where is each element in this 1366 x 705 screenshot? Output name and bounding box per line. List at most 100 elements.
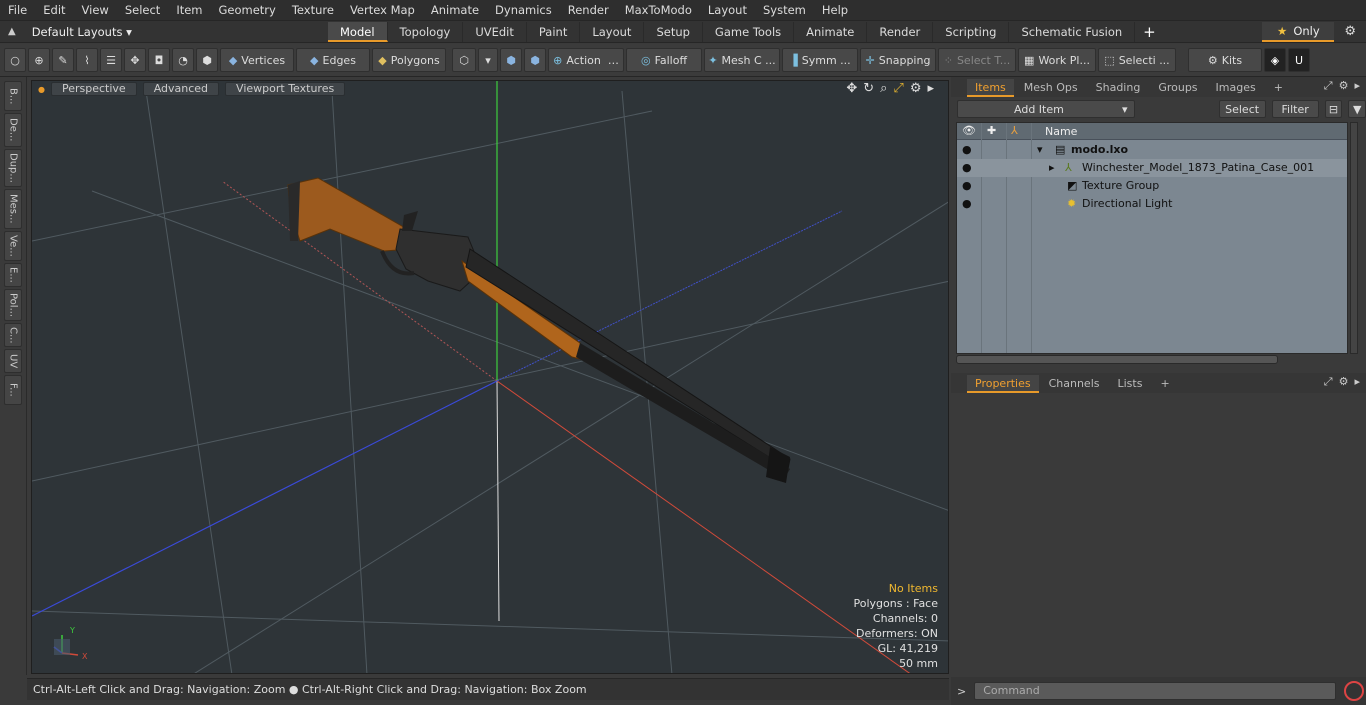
menu-render[interactable]: Render [560, 0, 617, 21]
record-macro-icon[interactable] [1344, 681, 1365, 701]
viewport-textures-button[interactable]: Viewport Textures [225, 82, 346, 96]
zoom-icon[interactable]: ⌕ [880, 81, 887, 96]
properties-add-tab-button[interactable]: + [1152, 375, 1177, 393]
left-tab-curve[interactable]: C... [4, 323, 22, 347]
tab-lists[interactable]: Lists [1110, 375, 1151, 393]
tab-game-tools[interactable]: Game Tools [703, 21, 795, 42]
add-item-button[interactable]: Add Item ▾ [957, 100, 1135, 118]
symmetry-a-icon[interactable]: ⬢ [500, 48, 522, 72]
panel-gear-icon[interactable]: ⚙ [1339, 375, 1349, 389]
items-list[interactable]: 👁 ✚ ⅄ Name ● ▾ ▤ modo.lxo ● ▸ ⅄ Winchest… [956, 122, 1348, 354]
pan-icon[interactable]: ✥ [846, 81, 857, 96]
list-item[interactable]: ● ▸ ⅄ Winchester_Model_1873_Patina_Case_… [957, 159, 1347, 177]
tab-paint[interactable]: Paint [527, 21, 581, 42]
visibility-eye-icon[interactable]: ● [962, 141, 972, 159]
frame-icon[interactable]: ◘ [148, 48, 170, 72]
polygons-button[interactable]: ◆ Polygons [372, 48, 446, 72]
panel-menu-icon[interactable]: ▸ [1354, 375, 1360, 389]
only-button[interactable]: ★ Only [1262, 21, 1335, 42]
left-tab-mesh-edit[interactable]: Mes... [4, 189, 22, 229]
command-input[interactable]: Command [974, 682, 1337, 700]
list-item[interactable]: ● ▾ ▤ modo.lxo [957, 141, 1347, 159]
edges-button[interactable]: ◆ Edges [296, 48, 370, 72]
tab-render[interactable]: Render [867, 21, 934, 42]
select-button[interactable]: Select [1218, 100, 1266, 118]
pen-icon[interactable]: ✎ [52, 48, 74, 72]
menu-help[interactable]: Help [814, 0, 856, 21]
menu-file[interactable]: File [0, 0, 35, 21]
menu-view[interactable]: View [74, 0, 117, 21]
workplane-button[interactable]: ▦ Work Pl... [1018, 48, 1096, 72]
left-tab-duplicate[interactable]: Dup... [4, 149, 22, 187]
add-tab-button[interactable]: + [1135, 23, 1164, 41]
select-through-button[interactable]: ⁘ Select T... [938, 48, 1016, 72]
panel-menu-icon[interactable]: ▸ [1354, 79, 1360, 93]
left-tab-basic[interactable]: B... [4, 81, 22, 111]
tab-schematic-fusion[interactable]: Schematic Fusion [1009, 21, 1136, 42]
expand-arrow-icon[interactable]: ▸ [1049, 159, 1055, 177]
expand-arrow-icon[interactable]: ▾ [1037, 141, 1043, 159]
viewport-scene[interactable]: Y X [32, 81, 949, 674]
tab-groups[interactable]: Groups [1150, 79, 1205, 97]
tab-images[interactable]: Images [1208, 79, 1264, 97]
viewport-expand-icon[interactable]: ▸ [927, 81, 934, 96]
circle-select-icon[interactable]: ○ [4, 48, 26, 72]
fit-icon[interactable]: ⤢ [893, 81, 903, 96]
material-icon[interactable]: ⬡ [452, 48, 476, 72]
falloff-button[interactable]: ◎ Falloff [626, 48, 702, 72]
left-tab-uv[interactable]: UV [4, 349, 22, 373]
menu-geometry[interactable]: Geometry [211, 0, 284, 21]
list-item[interactable]: ● ✹ Directional Light [957, 195, 1347, 213]
tab-animate[interactable]: Animate [794, 21, 868, 42]
tab-uvedit[interactable]: UVEdit [463, 21, 527, 42]
symmetry-button[interactable]: ▐ Symm ... [782, 48, 858, 72]
kits-button[interactable]: ⚙ Kits [1188, 48, 1262, 72]
filter-button[interactable]: Filter [1271, 100, 1319, 118]
menu-layout[interactable]: Layout [700, 0, 755, 21]
visibility-eye-icon[interactable]: ● [962, 177, 972, 195]
menu-maxtomodo[interactable]: MaxToModo [617, 0, 700, 21]
item-mode-icon[interactable]: ⬢ [196, 48, 218, 72]
items-vertical-scrollbar[interactable] [1350, 122, 1358, 354]
snapping-button[interactable]: ✛ Snapping [860, 48, 936, 72]
menu-vertex-map[interactable]: Vertex Map [342, 0, 423, 21]
brush-icon[interactable]: ⌇ [76, 48, 98, 72]
advanced-button[interactable]: Advanced [142, 82, 220, 96]
mesh-constraint-button[interactable]: ✦ Mesh C ... [704, 48, 780, 72]
tab-model[interactable]: Model [328, 21, 388, 42]
panel-gear-icon[interactable]: ⚙ [1339, 79, 1349, 93]
tab-channels[interactable]: Channels [1041, 375, 1108, 393]
menu-select[interactable]: Select [117, 0, 168, 21]
left-tab-fusion[interactable]: F... [4, 375, 22, 405]
tab-mesh-ops[interactable]: Mesh Ops [1016, 79, 1086, 97]
unity-icon[interactable]: ◈ [1264, 48, 1286, 72]
list-item[interactable]: ● ◩ Texture Group [957, 177, 1347, 195]
expand-icon[interactable]: ⤢ [1324, 79, 1333, 93]
tab-layout[interactable]: Layout [580, 21, 645, 42]
globe-icon[interactable]: ⊕ [28, 48, 50, 72]
funnel-icon[interactable]: ▼ [1348, 100, 1366, 118]
tab-properties[interactable]: Properties [967, 375, 1039, 393]
collapse-icon[interactable]: ⊟ [1324, 100, 1343, 118]
tab-setup[interactable]: Setup [644, 21, 703, 42]
material-dropdown-icon[interactable]: ▾ [478, 48, 498, 72]
menu-animate[interactable]: Animate [423, 0, 487, 21]
menu-texture[interactable]: Texture [284, 0, 342, 21]
vertices-button[interactable]: ◆ Vertices [220, 48, 294, 72]
left-tab-edge[interactable]: E... [4, 263, 22, 287]
viewport-gear-icon[interactable]: ⚙ [910, 81, 922, 96]
orbit-icon[interactable]: ↻ [863, 81, 874, 96]
3d-viewport[interactable]: Y X ● Perspective Advanced Viewport Text… [31, 80, 949, 674]
action-center-button[interactable]: ⊕ Action … [548, 48, 624, 72]
menu-dynamics[interactable]: Dynamics [487, 0, 560, 21]
left-tab-deform[interactable]: De... [4, 113, 22, 147]
rotate-icon[interactable]: ◔ [172, 48, 194, 72]
name-column-header[interactable]: Name [1045, 125, 1077, 138]
tab-shading[interactable]: Shading [1088, 79, 1149, 97]
tab-scripting[interactable]: Scripting [933, 21, 1010, 42]
symmetry-b-icon[interactable]: ⬢ [524, 48, 546, 72]
perspective-button[interactable]: Perspective [50, 82, 137, 96]
align-icon[interactable]: ☰ [100, 48, 122, 72]
tab-items[interactable]: Items [967, 79, 1014, 97]
items-add-tab-button[interactable]: + [1266, 79, 1291, 97]
